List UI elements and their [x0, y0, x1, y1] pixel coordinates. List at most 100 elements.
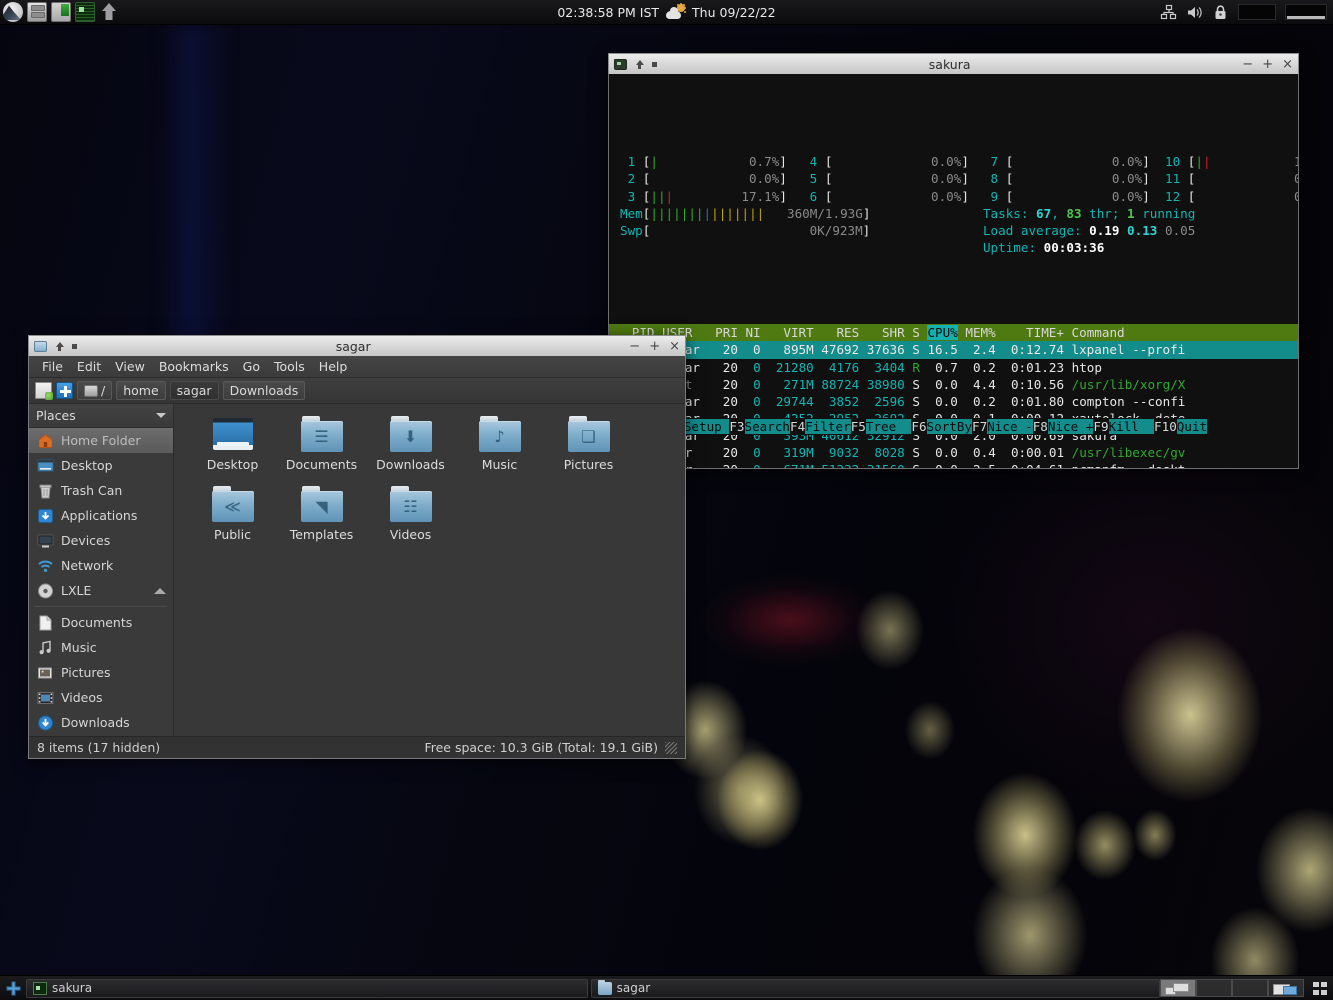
window-menu-icon[interactable] [614, 59, 627, 70]
sidebar-item-trash-can[interactable]: Trash Can [29, 478, 173, 503]
clock-date[interactable]: Thu 09/22/22 [692, 5, 776, 20]
sidebar-item-music[interactable]: Music [29, 635, 173, 660]
eject-icon[interactable] [154, 588, 166, 594]
workspace-4[interactable] [1268, 979, 1304, 997]
sidebar-item-home-folder[interactable]: Home Folder [29, 428, 173, 453]
application-menu-icon[interactable] [3, 2, 23, 22]
htop-fkey-number[interactable]: F9 [1093, 419, 1108, 434]
workspace-2[interactable] [1196, 979, 1232, 997]
menu-item-bookmarks[interactable]: Bookmarks [152, 357, 236, 376]
htop-fkey-label[interactable]: Filter [805, 419, 851, 434]
sidebar-item-devices[interactable]: Devices [29, 528, 173, 553]
minimize-button[interactable]: − [1242, 58, 1253, 71]
lock-icon[interactable] [1212, 4, 1229, 21]
menu-item-edit[interactable]: Edit [70, 357, 108, 376]
show-desktop-icon[interactable] [1313, 980, 1329, 997]
updates-icon[interactable] [99, 2, 119, 22]
htop-fkey-number[interactable]: F3 [729, 419, 744, 434]
file-manager-window[interactable]: sagar − + × FileEditViewBookmarksGoTools… [28, 335, 686, 759]
htop-fkey-label[interactable]: Kill [1109, 419, 1155, 434]
sakura-terminal-window[interactable]: sakura − + × 1 [| 0.7%] 4 [ 0.0%] 2 [ 0.… [608, 53, 1299, 469]
sidebar-item-pictures[interactable]: Pictures [29, 660, 173, 685]
htop-process-row[interactable]: 898 root 20 0 271M 88724 38980 S 0.0 4.4… [609, 376, 1298, 393]
sidebar-item-desktop[interactable]: Desktop [29, 453, 173, 478]
partly-cloudy-icon[interactable] [666, 4, 685, 20]
htop-process-table[interactable]: PID USER PRI NI VIRT RES SHR S CPU% MEM%… [609, 324, 1298, 469]
file-item[interactable]: ⬇Downloads [366, 416, 455, 486]
file-item[interactable]: ◥Templates [277, 486, 366, 556]
clock-time[interactable]: 02:38:58 PM IST [557, 5, 659, 20]
sidebar-item-videos[interactable]: Videos [29, 685, 173, 710]
file-item[interactable]: ❑Pictures [544, 416, 633, 486]
htop-fkey-number[interactable]: F5 [851, 419, 866, 434]
window-menu-icon[interactable] [34, 341, 47, 352]
htop-fkey-number[interactable]: F7 [972, 419, 987, 434]
menu-item-view[interactable]: View [108, 357, 152, 376]
htop-process-row-selected[interactable]: 1245 sagar 20 0 895M 47692 37636 S 16.5 … [609, 341, 1298, 358]
maximize-button[interactable]: + [1262, 58, 1273, 71]
htop-terminal-content[interactable]: 1 [| 0.7%] 4 [ 0.0%] 2 [ 0.0%] 5 [ 0.0%]… [608, 74, 1299, 469]
sidebar-item-applications[interactable]: Applications [29, 503, 173, 528]
breadcrumb-root[interactable]: / [77, 381, 112, 400]
close-button[interactable]: × [669, 340, 680, 353]
shade-icon[interactable] [634, 59, 645, 70]
resize-grip[interactable] [665, 742, 677, 754]
htop-fkey-number[interactable]: F4 [790, 419, 805, 434]
volume-icon[interactable] [1186, 4, 1203, 21]
breadcrumb-home[interactable]: home [116, 381, 165, 400]
taskbar-button-sakura[interactable]: sakura [26, 979, 588, 998]
htop-fkey-label[interactable]: SortBy [927, 419, 973, 434]
htop-fkey-number[interactable]: F8 [1033, 419, 1048, 434]
network-icon[interactable] [1160, 4, 1177, 21]
menu-item-go[interactable]: Go [236, 357, 267, 376]
cpu-monitor[interactable] [1238, 4, 1276, 20]
sidebar-item-documents[interactable]: Documents [29, 610, 173, 635]
workspace-1[interactable] [1160, 979, 1196, 997]
menu-item-file[interactable]: File [35, 357, 70, 376]
places-header[interactable]: Places [29, 404, 173, 428]
htop-fkey-label[interactable]: Search [745, 419, 791, 434]
htop-fkey-label[interactable]: Nice - [987, 419, 1033, 434]
add-icon[interactable] [56, 382, 73, 399]
sidebar-item-network[interactable]: Network [29, 553, 173, 578]
htop-fkey-number[interactable]: F10 [1154, 419, 1177, 434]
file-item[interactable]: ≪Public [188, 486, 277, 556]
htop-fkey-label[interactable]: Quit [1177, 419, 1207, 434]
close-button[interactable]: × [1282, 58, 1293, 71]
file-item[interactable]: ♪Music [455, 416, 544, 486]
file-item[interactable]: Desktop [188, 416, 277, 486]
taskbar-button-sagar[interactable]: sagar [591, 979, 1160, 998]
workspace-3[interactable] [1232, 979, 1268, 997]
htop-table-header[interactable]: PID USER PRI NI VIRT RES SHR S CPU% MEM%… [609, 324, 1298, 341]
minimize-button[interactable]: − [629, 340, 640, 353]
shade-icon[interactable] [54, 341, 65, 352]
htop-process-row[interactable]: agar 20 0 671M 51232 31560 S 0.0 2.5 0:0… [609, 461, 1298, 469]
file-manager-titlebar[interactable]: sagar − + × [28, 335, 686, 356]
htop-fkey-label[interactable]: Tree [866, 419, 912, 434]
menu-item-help[interactable]: Help [312, 357, 355, 376]
chevron-down-icon[interactable] [156, 413, 166, 418]
breadcrumb-sagar[interactable]: sagar [170, 381, 219, 400]
maximize-button[interactable]: + [649, 340, 660, 353]
htop-fkey-number[interactable]: F6 [911, 419, 926, 434]
folder-view[interactable]: Desktop☰Documents⬇Downloads♪Music❑Pictur… [174, 404, 685, 736]
htop-fkey-label[interactable]: Nice + [1048, 419, 1094, 434]
sidebar-item-lxle[interactable]: LXLE [29, 578, 173, 603]
htop-fkey-label[interactable]: Setup [684, 419, 730, 434]
htop-process-row[interactable]: 1301 sagar 20 0 29744 3852 2596 S 0.0 0.… [609, 393, 1298, 410]
htop-function-keys[interactable]: F1Help F2Setup F3SearchF4FilterF5Tree F6… [608, 418, 1297, 435]
workspace-pager[interactable] [1160, 979, 1304, 997]
new-tab-icon[interactable] [35, 382, 52, 399]
show-menu-icon[interactable] [5, 980, 22, 997]
htop-process-row[interactable]: agar 20 0 319M 9032 8028 S 0.0 0.4 0:00.… [609, 444, 1298, 461]
htop-process-row[interactable]: 1396 sagar 20 0 21280 4176 3404 R 0.7 0.… [609, 359, 1298, 376]
sidebar-item-downloads[interactable]: Downloads [29, 710, 173, 735]
file-item[interactable]: ☰Documents [277, 416, 366, 486]
display-settings-icon[interactable] [51, 2, 71, 22]
file-item[interactable]: ☷Videos [366, 486, 455, 556]
sakura-titlebar[interactable]: sakura − + × [608, 53, 1299, 74]
memory-monitor[interactable] [1285, 4, 1327, 20]
menu-item-tools[interactable]: Tools [267, 357, 312, 376]
file-manager-icon[interactable] [27, 2, 47, 22]
terminal-icon[interactable] [75, 2, 95, 22]
